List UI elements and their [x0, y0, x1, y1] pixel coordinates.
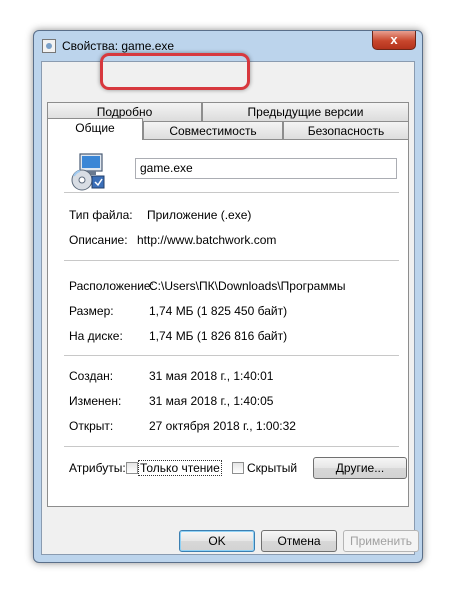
description-label: Описание: — [69, 233, 128, 247]
separator — [64, 260, 399, 261]
close-button[interactable]: x — [372, 31, 416, 50]
opened-label: Открыт: — [69, 419, 114, 433]
readonly-checkbox[interactable] — [126, 462, 138, 474]
modified-value: 31 мая 2018 г., 1:40:05 — [149, 394, 274, 408]
apply-button[interactable]: Применить — [343, 530, 419, 552]
file-type-label: Тип файла: — [69, 208, 133, 222]
separator — [64, 446, 399, 447]
title-bar[interactable]: Свойства: game.exe x — [34, 31, 422, 61]
tab-previous-versions[interactable]: Предыдущие версии — [202, 102, 409, 121]
file-name-field[interactable]: game.exe — [135, 158, 397, 179]
opened-value: 27 октября 2018 г., 1:00:32 — [149, 419, 296, 433]
ok-button[interactable]: OK — [179, 530, 255, 552]
created-label: Создан: — [69, 369, 114, 383]
hidden-checkbox[interactable] — [232, 462, 244, 474]
size-on-disk-label: На диске: — [69, 329, 123, 343]
attributes-label: Атрибуты: — [69, 461, 126, 475]
dialog-body: Подробно Предыдущие версии Общие Совмест… — [41, 61, 419, 555]
general-tab-panel — [47, 139, 409, 507]
tab-security[interactable]: Безопасность — [283, 121, 409, 140]
size-label: Размер: — [69, 304, 114, 318]
location-label: Расположение: — [69, 279, 154, 293]
size-value: 1,74 МБ (1 825 450 байт) — [149, 304, 288, 318]
window-title: Свойства: game.exe — [62, 39, 175, 53]
properties-window: Свойства: game.exe x Подробно Предыдущие… — [33, 30, 423, 563]
tab-compatibility[interactable]: Совместимость — [143, 121, 283, 140]
separator — [64, 355, 399, 356]
exe-application-icon — [71, 153, 105, 191]
other-attributes-button[interactable]: Другие... — [313, 457, 407, 479]
location-value: C:\Users\ПК\Downloads\Программы — [149, 279, 346, 293]
readonly-label[interactable]: Только чтение — [138, 460, 222, 476]
description-value: http://www.batchwork.com — [137, 233, 277, 247]
tab-general[interactable]: Общие — [47, 118, 143, 140]
separator — [64, 192, 399, 193]
cancel-button[interactable]: Отмена — [261, 530, 337, 552]
properties-window-icon — [42, 39, 56, 53]
created-value: 31 мая 2018 г., 1:40:01 — [149, 369, 274, 383]
file-type-value: Приложение (.exe) — [147, 208, 252, 222]
size-on-disk-value: 1,74 МБ (1 826 816 байт) — [149, 329, 288, 343]
hidden-label[interactable]: Скрытый — [247, 461, 297, 475]
modified-label: Изменен: — [69, 394, 122, 408]
